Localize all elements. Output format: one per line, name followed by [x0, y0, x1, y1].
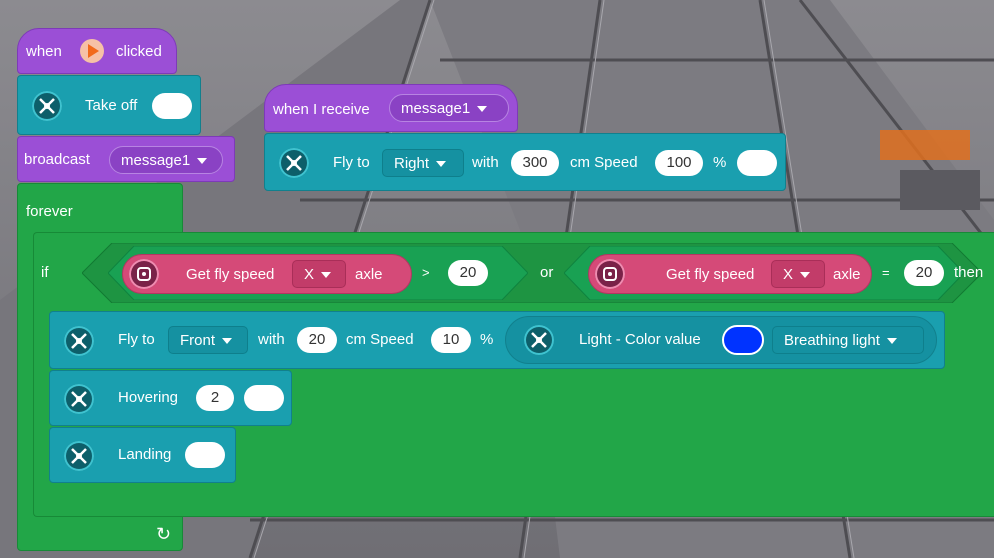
sensor-icon [129, 259, 159, 289]
fly-to-extra-input[interactable] [737, 150, 777, 176]
receive-message-dropdown[interactable]: message1 [389, 94, 509, 122]
hovering-seconds-input[interactable]: 2 [196, 385, 234, 411]
hovering-block[interactable]: Hovering 2 [49, 370, 292, 426]
chevron-down-icon [197, 158, 208, 165]
equals-condition[interactable]: Get fly speed X axle = 20 [564, 246, 964, 300]
chevron-down-icon [800, 272, 811, 279]
compare-value-right[interactable]: 20 [904, 260, 944, 286]
drone-icon [279, 148, 309, 178]
sensor-icon [595, 259, 625, 289]
fly-to-right-block[interactable]: Fly to Right with 300 cm Speed 100 % [264, 133, 786, 191]
distance-input[interactable]: 300 [511, 150, 559, 176]
broadcast-label: broadcast [24, 151, 90, 168]
greater-than-operator: > [422, 265, 430, 280]
green-flag-play-icon [80, 39, 104, 63]
percent-label: % [480, 331, 494, 348]
forever-label: forever [26, 203, 73, 220]
with-label: with [258, 331, 285, 348]
broadcast-block[interactable]: broadcast message1 [17, 136, 235, 182]
drone-icon [64, 326, 94, 356]
percent-label: % [713, 154, 727, 171]
greater-than-condition[interactable]: Get fly speed X axle > 20 [108, 246, 528, 300]
light-color-reporter[interactable]: Light - Color value Breathing light [505, 316, 937, 364]
landing-input[interactable] [185, 442, 225, 468]
get-fly-speed-label: Get fly speed [666, 266, 755, 283]
take-off-label: Take off [85, 97, 138, 114]
color-swatch[interactable] [722, 325, 764, 355]
direction-dropdown[interactable]: Right [382, 149, 464, 177]
get-fly-speed-label: Get fly speed [186, 266, 275, 283]
get-fly-speed-reporter-left[interactable]: Get fly speed X axle [122, 254, 412, 294]
loop-arrow-icon: ↻ [156, 524, 172, 544]
drone-icon [32, 91, 62, 121]
landing-label: Landing [118, 446, 172, 463]
clicked-label: clicked [116, 43, 162, 60]
take-off-block[interactable]: Take off [17, 75, 201, 135]
axle-label: axle [355, 266, 383, 283]
or-label: or [540, 264, 554, 281]
or-condition[interactable]: Get fly speed X axle > 20 or Get fly spe… [82, 243, 982, 303]
axis-dropdown-left[interactable]: X [292, 260, 346, 288]
landing-block[interactable]: Landing [49, 427, 236, 483]
chevron-down-icon [477, 106, 488, 113]
speed-input[interactable]: 10 [431, 327, 471, 353]
compare-value-left[interactable]: 20 [448, 260, 488, 286]
fly-to-label: Fly to [118, 331, 155, 348]
light-mode-dropdown[interactable]: Breathing light [772, 326, 924, 354]
drone-icon [524, 325, 554, 355]
get-fly-speed-reporter-right[interactable]: Get fly speed X axle [588, 254, 872, 294]
light-color-label: Light - Color value [579, 331, 701, 348]
broadcast-message-dropdown[interactable]: message1 [109, 146, 223, 174]
drone-icon [64, 384, 94, 414]
speed-input[interactable]: 100 [655, 150, 703, 176]
equals-operator: = [882, 265, 890, 280]
axis-dropdown-right[interactable]: X [771, 260, 825, 288]
cm-speed-label: cm Speed [346, 331, 414, 348]
chevron-down-icon [886, 338, 897, 345]
cm-speed-label: cm Speed [570, 154, 638, 171]
hovering-extra-input[interactable] [244, 385, 284, 411]
if-label: if [41, 264, 49, 281]
fly-to-front-block[interactable]: Fly to Front with 20 cm Speed 10 % Light… [49, 311, 945, 369]
direction-dropdown[interactable]: Front [168, 326, 248, 354]
chevron-down-icon [222, 338, 233, 345]
when-label: when [26, 43, 62, 60]
chevron-down-icon [321, 272, 332, 279]
when-i-receive-label: when I receive [273, 101, 370, 118]
when-flag-clicked-block[interactable]: when clicked [17, 28, 177, 74]
fly-to-label: Fly to [333, 154, 370, 171]
axle-label: axle [833, 266, 861, 283]
with-label: with [472, 154, 499, 171]
when-i-receive-block[interactable]: when I receive message1 [264, 84, 518, 132]
chevron-down-icon [436, 161, 447, 168]
drone-icon [64, 441, 94, 471]
then-label: then [954, 264, 984, 281]
distance-input[interactable]: 20 [297, 327, 337, 353]
hovering-label: Hovering [118, 389, 179, 406]
take-off-input[interactable] [152, 93, 192, 119]
